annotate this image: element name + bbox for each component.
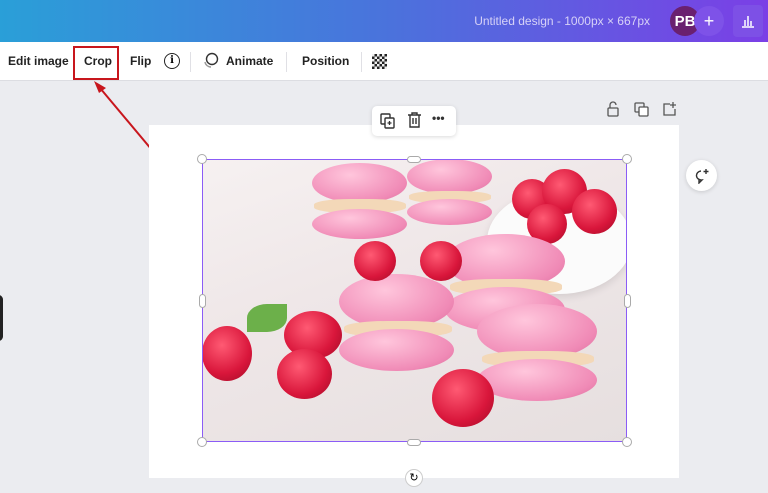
add-page-icon[interactable] [662,101,677,119]
rotate-icon[interactable]: ↻ [405,469,423,487]
resize-handle-top-left[interactable] [197,154,207,164]
side-panel-handle[interactable] [0,295,3,341]
lock-icon[interactable] [606,101,620,120]
selection-frame[interactable] [202,159,627,442]
resize-handle-bottom-left[interactable] [197,437,207,447]
add-comment-icon[interactable] [686,160,717,191]
floating-toolbar: ••• [372,106,456,136]
resize-handle-right[interactable] [624,294,631,308]
resize-handle-bottom[interactable] [407,439,421,446]
resize-handle-top[interactable] [407,156,421,163]
resize-handle-top-right[interactable] [622,154,632,164]
more-options-icon[interactable]: ••• [432,111,445,125]
duplicate-page-icon[interactable] [634,102,649,120]
resize-handle-bottom-right[interactable] [622,437,632,447]
duplicate-icon[interactable] [380,113,396,132]
resize-handle-left[interactable] [199,294,206,308]
trash-icon[interactable] [407,112,422,132]
